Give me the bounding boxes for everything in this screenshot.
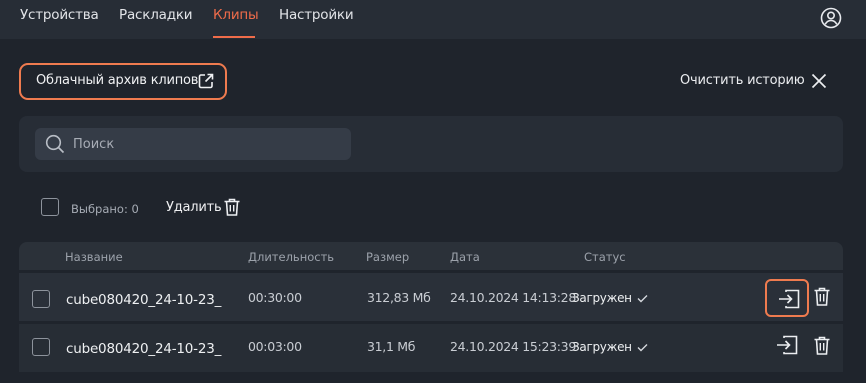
- export-icon: [777, 335, 798, 355]
- column-date: Дата: [450, 250, 480, 264]
- cloud-archive-label: Облачный архив клипов: [36, 73, 199, 88]
- delete-selected-button[interactable]: Удалить: [166, 200, 222, 215]
- user-circle-icon[interactable]: [820, 7, 842, 29]
- table-row[interactable]: cube080420_24-10-23_ 00:30:00 312,83 Мб …: [19, 273, 843, 321]
- tab-settings[interactable]: Настройки: [279, 7, 354, 23]
- table-row[interactable]: cube080420_24-10-23_ 00:03:00 31,1 Мб 24…: [19, 324, 843, 372]
- search-box[interactable]: [35, 128, 351, 160]
- column-name: Название: [65, 250, 123, 264]
- check-icon: [637, 295, 648, 303]
- row-checkbox[interactable]: [32, 338, 50, 356]
- check-icon: [637, 344, 648, 352]
- selected-count: Выбрано: 0: [71, 202, 139, 216]
- clip-duration: 00:30:00: [248, 290, 302, 305]
- export-clip-button[interactable]: [765, 327, 809, 365]
- tab-layouts[interactable]: Раскладки: [119, 7, 193, 23]
- trash-icon[interactable]: [813, 335, 831, 356]
- top-nav: Устройства Раскладки Клипы Настройки: [0, 0, 866, 39]
- cloud-archive-button[interactable]: Облачный архив клипов: [19, 63, 227, 100]
- close-icon[interactable]: [810, 72, 828, 90]
- select-all-checkbox[interactable]: [41, 198, 59, 216]
- table-header: Название Длительность Размер Дата Статус: [19, 242, 843, 270]
- column-duration: Длительность: [248, 250, 335, 264]
- clip-status: Загружен: [572, 340, 648, 354]
- column-status: Статус: [584, 250, 626, 264]
- clip-name: cube080420_24-10-23_: [66, 292, 222, 308]
- clip-size: 31,1 Мб: [367, 339, 416, 354]
- clip-status: Загружен: [572, 291, 648, 305]
- clips-table: Название Длительность Размер Дата Статус…: [19, 242, 843, 383]
- search-panel: [19, 116, 843, 172]
- tab-clips[interactable]: Клипы: [213, 7, 259, 23]
- clip-name: cube080420_24-10-23_: [66, 341, 222, 357]
- column-size: Размер: [366, 250, 410, 264]
- clip-duration: 00:03:00: [248, 339, 302, 354]
- tab-devices[interactable]: Устройства: [20, 7, 99, 23]
- active-tab-indicator: [213, 36, 255, 38]
- external-link-icon: [198, 73, 214, 89]
- search-icon: [45, 134, 65, 154]
- status-text: Загружен: [572, 340, 632, 354]
- search-input[interactable]: [73, 128, 343, 160]
- clip-size: 312,83 Мб: [367, 290, 431, 305]
- trash-icon[interactable]: [223, 197, 241, 217]
- status-text: Загружен: [572, 291, 632, 305]
- clip-date: 24.10.2024 14:13:28: [450, 290, 576, 305]
- row-checkbox[interactable]: [32, 290, 50, 308]
- clip-date: 24.10.2024 15:23:39: [450, 339, 576, 354]
- export-icon: [779, 289, 800, 309]
- trash-icon[interactable]: [813, 286, 831, 307]
- export-clip-button[interactable]: [765, 279, 809, 317]
- clear-history-button[interactable]: Очистить историю: [680, 73, 805, 88]
